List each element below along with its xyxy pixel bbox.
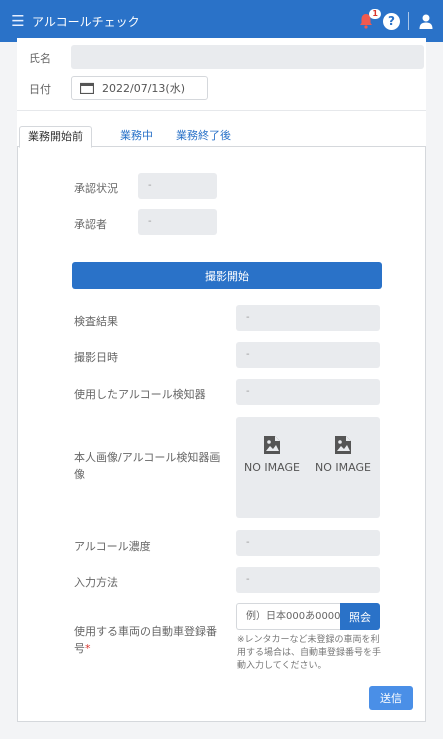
notification-badge: 1 [369, 9, 381, 19]
images-label: 本人画像/アルコール検知器画像 [74, 451, 221, 481]
approver-value: - [138, 209, 217, 235]
user-icon[interactable] [417, 12, 435, 30]
plate-label: 使用する車両の自動車登録番号* [74, 623, 224, 657]
input-method-label: 入力方法 [74, 576, 118, 589]
app-title: アルコールチェック [32, 14, 140, 29]
result-label: 検査結果 [74, 315, 118, 328]
self-image-slot: NO IMAGE [237, 435, 307, 474]
tab-after-work[interactable]: 業務終了後 [168, 126, 239, 148]
approval-status-value: - [138, 173, 217, 199]
tab-before-work[interactable]: 業務開始前 [19, 126, 92, 148]
broken-image-icon [264, 436, 280, 454]
broken-image-icon [335, 436, 351, 454]
concentration-label: アルコール濃度 [74, 540, 151, 553]
help-icon[interactable]: ? [383, 12, 400, 30]
required-mark: * [85, 642, 91, 655]
tab-bar: 業務開始前 業務中 業務終了後 [17, 126, 426, 148]
concentration-value: - [236, 530, 380, 556]
plate-label-text: 使用する車両の自動車登録番号 [74, 625, 217, 655]
bell-icon[interactable]: 1 [357, 9, 381, 30]
detector-image-slot: NO IMAGE [308, 435, 378, 474]
shot-datetime-label: 撮影日時 [74, 351, 118, 364]
name-field [71, 45, 424, 69]
top-bar: ☰ アルコールチェック 1 ? [0, 0, 443, 42]
date-value: 2022/07/13(水) [102, 82, 185, 95]
shot-datetime-value: - [236, 342, 380, 368]
date-field[interactable]: 2022/07/13(水) [71, 76, 208, 100]
start-capture-button[interactable]: 撮影開始 [72, 262, 382, 289]
image-preview-box: NO IMAGE NO IMAGE [236, 417, 380, 518]
approval-status-label: 承認状況 [74, 182, 118, 195]
approver-label: 承認者 [74, 218, 107, 231]
no-image-text: NO IMAGE [315, 461, 371, 474]
name-label: 氏名 [29, 52, 51, 65]
plate-note: ※レンタカーなど未登録の車両を利用する場合は、自動車登録番号を手動入力してくださ… [237, 635, 382, 671]
main-panel: 氏名 日付 2022/07/13(水) 業務開始前 業務中 業務終了後 承認状況… [17, 38, 426, 722]
tab-during-work[interactable]: 業務中 [112, 126, 161, 148]
menu-icon[interactable]: ☰ [4, 12, 32, 30]
calendar-icon [80, 82, 94, 94]
no-image-text: NO IMAGE [244, 461, 300, 474]
detector-label: 使用したアルコール検知器 [74, 388, 206, 401]
result-value: - [236, 305, 380, 331]
divider [408, 12, 409, 30]
top-actions: 1 ? [357, 0, 435, 42]
input-method-value: - [236, 567, 380, 593]
send-button[interactable]: 送信 [369, 686, 413, 710]
lookup-button[interactable]: 照会 [340, 603, 380, 630]
detector-value: - [236, 379, 380, 405]
plate-number-input[interactable]: 例）日本000あ0000 [236, 603, 340, 630]
date-label: 日付 [29, 83, 51, 96]
divider [17, 110, 426, 111]
